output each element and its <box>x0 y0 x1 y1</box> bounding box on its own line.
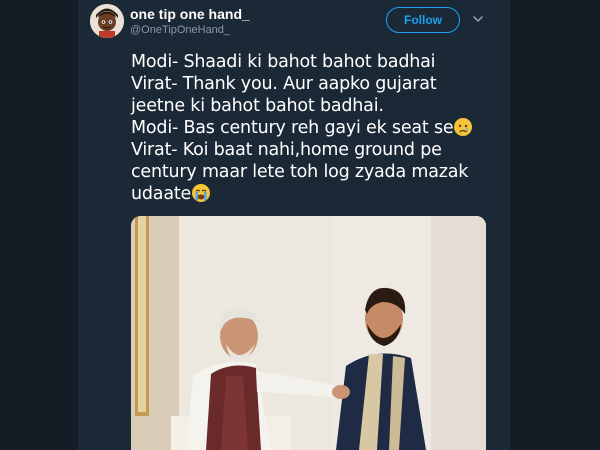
author-handle[interactable]: @OneTipOneHand_ <box>130 24 230 36</box>
crying-face-emoji-icon <box>453 117 473 137</box>
tweet-line: century maar lete toh log zyada mazak <box>131 162 469 182</box>
tweet-line-with-emoji: udaate <box>131 183 503 205</box>
tweet-line: jeetne ki bahot bahot badhai. <box>131 96 384 116</box>
follow-button[interactable]: Follow <box>386 7 460 33</box>
tweet-line: Virat- Thank you. Aur aapko gujarat <box>131 74 437 94</box>
tweet-photo[interactable] <box>131 216 486 450</box>
loudly-crying-face-emoji-icon <box>191 183 211 203</box>
tweet-line-text: Modi- Bas century reh gayi ek seat se <box>131 118 454 138</box>
left-gutter <box>0 0 78 450</box>
tweet-line: Virat- Koi baat nahi,home ground pe <box>131 140 442 160</box>
tweet-line: Modi- Shaadi ki bahot bahot badhai <box>131 52 436 72</box>
tweet-text: Modi- Shaadi ki bahot bahot badhai Virat… <box>131 51 503 205</box>
tweet-line-with-emoji: Modi- Bas century reh gayi ek seat se <box>131 117 503 139</box>
right-gutter <box>510 0 600 450</box>
chevron-down-icon[interactable] <box>471 12 485 26</box>
avatar[interactable] <box>90 4 124 38</box>
author-name[interactable]: one tip one hand_ <box>130 6 250 22</box>
tweet-line-text: udaate <box>131 184 192 204</box>
